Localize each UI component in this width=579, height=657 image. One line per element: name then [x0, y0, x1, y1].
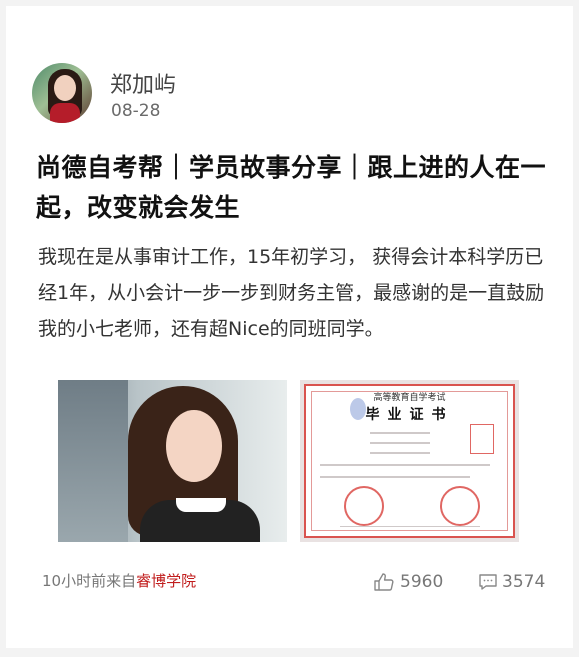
certificate-photo[interactable]: 高等教育自学考试 毕业证书 — [300, 380, 519, 542]
comment-count: 3574 — [502, 572, 546, 592]
post-date: 08-28 — [111, 101, 161, 121]
like-button[interactable]: 5960 — [374, 572, 443, 592]
post-card: 郑加屿 08-28 尚德自考帮｜学员故事分享｜跟上进的人在一起，改变就会发生 我… — [6, 6, 573, 648]
author-avatar[interactable] — [32, 63, 92, 123]
post-title[interactable]: 尚德自考帮｜学员故事分享｜跟上进的人在一起，改变就会发生 — [36, 148, 558, 228]
author-name[interactable]: 郑加屿 — [110, 67, 176, 99]
certificate-title: 毕业证书 — [365, 407, 454, 423]
comment-button[interactable]: 3574 — [478, 572, 545, 592]
source-link[interactable]: 睿博学院 — [136, 572, 196, 590]
post-time: 10小时前来自 — [42, 572, 137, 590]
post-meta: 10小时前来自睿博学院 — [42, 570, 196, 591]
certificate-heading: 高等教育自学考试 — [373, 393, 446, 403]
thumbs-up-icon — [374, 573, 394, 591]
post-body: 我现在是从事审计工作，15年初学习， 获得会计本科学历已经1年，从小会计一步一步… — [38, 246, 545, 340]
like-count: 5960 — [400, 572, 444, 592]
student-photo[interactable] — [58, 380, 287, 542]
comment-bubble-icon — [478, 573, 498, 591]
